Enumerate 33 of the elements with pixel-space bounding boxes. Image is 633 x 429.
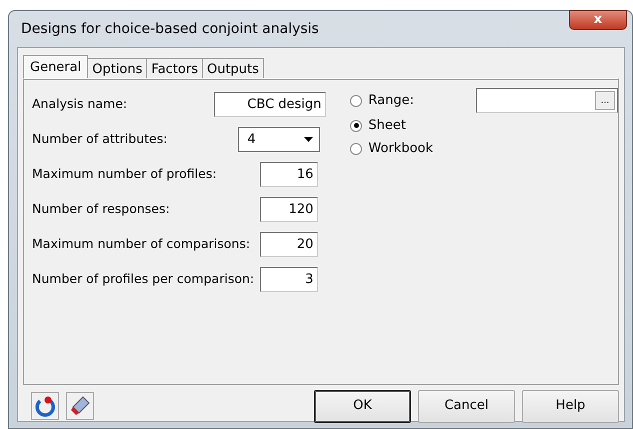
field-label: Number of attributes:	[32, 130, 168, 148]
field-label: Number of responses:	[32, 200, 171, 218]
field-label: Maximum number of profiles:	[32, 165, 218, 184]
number-field[interactable]: 3	[260, 267, 318, 292]
field-label: Analysis name:	[32, 95, 128, 114]
tab[interactable]: Options	[87, 58, 148, 78]
number-field[interactable]: 16	[260, 162, 318, 187]
tab[interactable]: Outputs	[202, 58, 264, 78]
radio-button[interactable]	[350, 120, 362, 132]
range-field[interactable]: ...	[476, 88, 618, 113]
radio-label: Sheet	[368, 116, 406, 135]
radio-button[interactable]	[350, 142, 362, 154]
refresh-icon	[34, 395, 56, 417]
radio-label: Workbook	[368, 140, 434, 158]
tab[interactable]: General	[23, 55, 88, 78]
caret-icon	[304, 137, 314, 142]
text-field[interactable]: CBC design	[214, 92, 326, 117]
reset-button[interactable]	[31, 392, 59, 420]
dialog-button[interactable]: OK	[314, 390, 411, 422]
number-field[interactable]: 120	[260, 197, 318, 222]
radio-button[interactable]	[350, 94, 362, 106]
number-field[interactable]: 20	[260, 232, 318, 257]
dialog-button[interactable]: Cancel	[418, 390, 515, 422]
dialog-button[interactable]: Help	[522, 390, 619, 422]
close-button[interactable]: x	[569, 10, 627, 30]
dropdown[interactable]: 4	[238, 127, 320, 152]
browse-button[interactable]: ...	[595, 91, 615, 110]
clear-button[interactable]	[66, 392, 94, 420]
radio-label: Range:	[368, 92, 414, 110]
window-title: Designs for choice-based conjoint analysis	[21, 20, 319, 38]
eraser-icon	[70, 396, 90, 416]
field-label: Number of profiles per comparison:	[32, 270, 256, 288]
field-label: Maximum number of comparisons:	[32, 235, 252, 254]
